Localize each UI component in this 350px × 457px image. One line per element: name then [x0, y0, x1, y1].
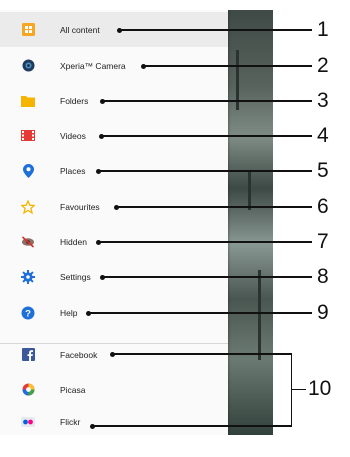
callout-number: 2 [317, 54, 329, 77]
callout-line [102, 100, 312, 102]
gear-icon [21, 269, 35, 284]
menu-item-picasa[interactable]: Picasa [0, 372, 228, 407]
all-content-icon [21, 23, 35, 37]
callout-number: 5 [317, 159, 329, 182]
menu-item-label: Xperia™ Camera [60, 60, 126, 71]
svg-text:?: ? [25, 308, 31, 319]
callout-line [101, 135, 312, 137]
facebook-icon [21, 348, 35, 362]
film-icon [21, 129, 35, 143]
callout-number: 10 [308, 377, 332, 400]
menu-item-label: Help [60, 307, 78, 318]
callout-line [88, 312, 312, 314]
picasa-icon [21, 383, 35, 397]
menu-item-label: Settings [60, 271, 91, 282]
callout-number: 9 [317, 301, 329, 324]
callout-number: 8 [317, 265, 329, 288]
callout-line [98, 170, 312, 172]
menu-item-label: Folders [60, 95, 89, 106]
camera-icon [21, 59, 35, 73]
navigation-drawer: All content Xperia™ Camera Folders Video… [0, 10, 228, 435]
callout-number: 4 [317, 124, 329, 147]
callout-line [92, 425, 292, 427]
callout-number: 1 [317, 18, 329, 41]
callout-number: 6 [317, 195, 329, 218]
callout-number: 3 [317, 89, 329, 112]
callout-line [98, 241, 312, 243]
phone-screen: All content Xperia™ Camera Folders Video… [0, 10, 273, 435]
menu-item-label: All content [60, 24, 100, 35]
callout-line [116, 206, 312, 208]
hidden-eye-icon [21, 235, 35, 249]
callout-line [102, 276, 312, 278]
flickr-icon [21, 415, 35, 429]
callout-line [112, 353, 292, 355]
callout-number: 7 [317, 230, 329, 253]
menu-item-label: Facebook [60, 349, 98, 360]
location-pin-icon [21, 163, 35, 178]
menu-item-label: Videos [60, 130, 86, 141]
callout-line [143, 65, 312, 67]
help-icon: ? [21, 306, 35, 320]
callout-line [119, 29, 312, 31]
background-photo [228, 10, 273, 435]
menu-item-label: Places [60, 165, 86, 176]
menu-item-label: Flickr [60, 416, 81, 427]
menu-item-flickr[interactable]: Flickr [0, 408, 228, 435]
callout-bracket [291, 354, 293, 426]
callout-line [292, 389, 306, 391]
menu-item-label: Hidden [60, 236, 87, 247]
folder-icon [21, 94, 35, 108]
menu-item-label: Picasa [60, 384, 86, 395]
star-icon [21, 199, 35, 214]
menu-item-label: Favourites [60, 201, 100, 212]
